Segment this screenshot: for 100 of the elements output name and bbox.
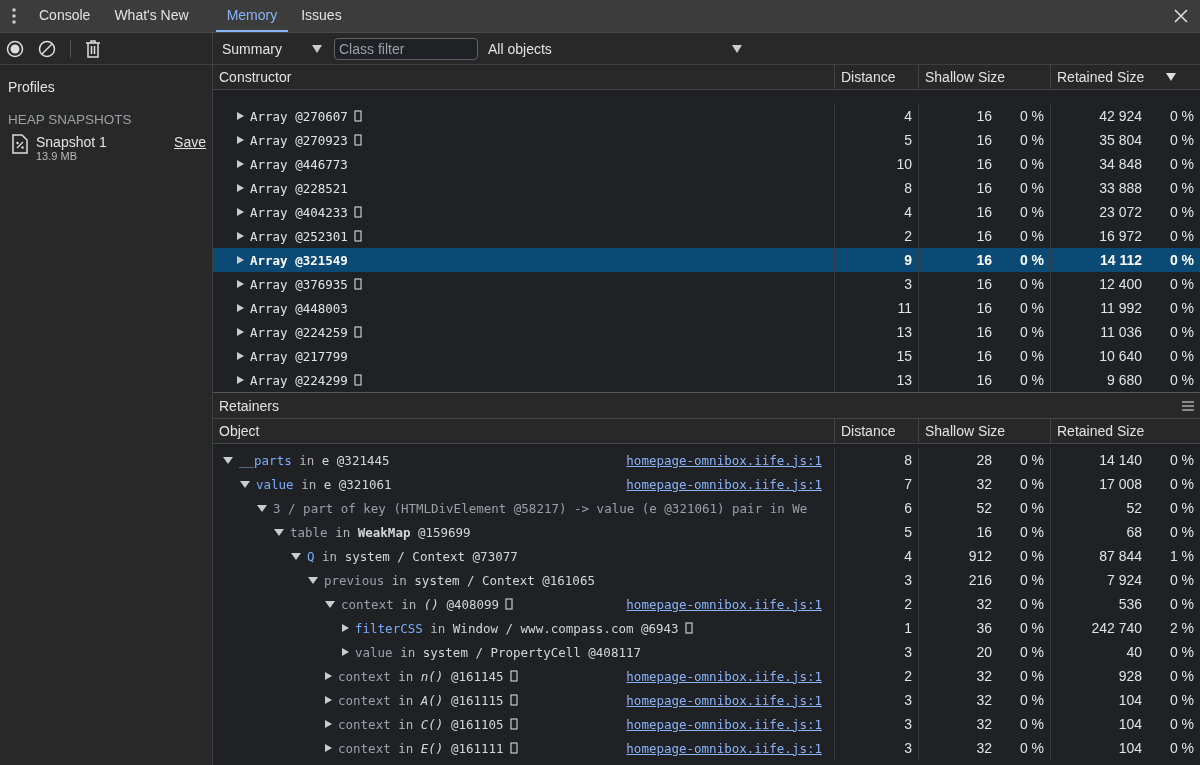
shallow-size-percent: 0 %	[1018, 476, 1044, 492]
triangle-icon[interactable]	[223, 456, 233, 464]
shallow-size-percent: 0 %	[1018, 372, 1044, 388]
retained-size-value: 16 972	[1099, 228, 1142, 244]
table-row[interactable]: Array @404233 4 16 0 % 23 072 0 %	[213, 200, 1200, 224]
panel-tab[interactable]: Console	[28, 0, 102, 32]
record-icon[interactable]	[6, 39, 24, 58]
triangle-icon[interactable]	[342, 648, 349, 656]
triangle-icon[interactable]	[237, 112, 244, 120]
table-row[interactable]: Array @321549 9 16 0 % 14 112 0 %	[213, 248, 1200, 272]
constructor-name: Array @404233	[250, 204, 348, 220]
panel-tab[interactable]: What's New	[103, 0, 200, 32]
shallow-size-value: 32	[976, 740, 992, 756]
column-header[interactable]: Shallow Size	[919, 65, 1051, 89]
shallow-size-value: 16	[976, 524, 992, 540]
file-icon	[12, 134, 28, 154]
table-row[interactable]: Array @224299 13 16 0 % 9 680 0 %	[213, 368, 1200, 392]
triangle-icon[interactable]	[274, 528, 284, 536]
table-row[interactable]: Array @217799 15 16 0 % 10 640 0 %	[213, 344, 1200, 368]
triangle-icon[interactable]	[237, 328, 244, 336]
retained-size-percent: 0 %	[1168, 372, 1194, 388]
shallow-size-value: 16	[976, 108, 992, 124]
distance-value: 4	[904, 108, 912, 124]
source-link[interactable]: homepage-omnibox.iife.js:1	[626, 668, 822, 684]
shallow-size-percent: 0 %	[1018, 180, 1044, 196]
triangle-icon[interactable]	[342, 624, 349, 632]
table-row[interactable]: Array @228521 8 16 0 % 33 888 0 %	[213, 176, 1200, 200]
shallow-size-percent: 0 %	[1018, 620, 1044, 636]
column-header[interactable]: Constructor	[213, 65, 835, 89]
shallow-size-value: 16	[976, 252, 992, 268]
triangle-icon[interactable]	[257, 504, 267, 512]
column-header[interactable]: Distance	[835, 65, 919, 89]
source-link[interactable]: homepage-omnibox.iife.js:1	[626, 452, 822, 468]
source-link[interactable]: homepage-omnibox.iife.js:1	[626, 692, 822, 708]
table-row[interactable]: Array @270923 5 16 0 % 35 804 0 %	[213, 128, 1200, 152]
shallow-size-percent: 0 %	[1018, 348, 1044, 364]
snapshot-size: 13.9 MB	[36, 150, 78, 162]
menu-icon[interactable]	[1182, 400, 1194, 411]
distance-value: 3	[904, 740, 912, 756]
column-header[interactable]: Distance	[835, 419, 919, 443]
triangle-icon[interactable]	[325, 720, 332, 728]
retained-size-value: 34 848	[1099, 156, 1142, 172]
close-icon[interactable]	[1174, 9, 1188, 23]
distance-value: 7	[904, 476, 912, 492]
panel-tab[interactable]: Issues	[290, 0, 353, 32]
save-link[interactable]: Save	[174, 134, 206, 150]
triangle-icon[interactable]	[325, 672, 332, 680]
section-heading: HEAP SNAPSHOTS	[8, 112, 133, 127]
retainer-label: 3 / part of key (HTMLDivElement @58217) -> value (e @321061) pair in We	[273, 500, 808, 516]
shallow-size-value: 16	[976, 228, 992, 244]
retained-size-percent: 0 %	[1168, 228, 1194, 244]
table-row[interactable]: Array @446773 10 16 0 % 34 848 0 %	[213, 152, 1200, 176]
triangle-icon[interactable]	[240, 480, 250, 488]
retainer-label: Q in system / Context @73077	[307, 548, 518, 564]
triangle-icon[interactable]	[325, 600, 335, 608]
shallow-size-value: 16	[976, 372, 992, 388]
snapshot-name[interactable]: Snapshot 1	[36, 134, 167, 150]
column-header[interactable]: Retained Size	[1051, 65, 1200, 89]
retained-size-value: 87 844	[1099, 548, 1142, 564]
triangle-icon[interactable]	[237, 184, 244, 192]
triangle-icon[interactable]	[308, 576, 318, 584]
triangle-icon[interactable]	[237, 208, 244, 216]
table-row[interactable]: Array @448003 11 16 0 % 11 992 0 %	[213, 296, 1200, 320]
triangle-icon[interactable]	[237, 376, 244, 384]
triangle-icon[interactable]	[237, 304, 244, 312]
column-header[interactable]: Object	[213, 419, 835, 443]
table-row[interactable]: Array @224259 13 16 0 % 11 036 0 %	[213, 320, 1200, 344]
retained-size-value: 17 008	[1099, 476, 1142, 492]
triangle-icon[interactable]	[325, 696, 332, 704]
triangle-icon[interactable]	[325, 744, 332, 752]
view-dropdown[interactable]: Summary	[222, 40, 322, 57]
more-menu-icon[interactable]	[12, 8, 16, 24]
shallow-size-percent: 0 %	[1018, 668, 1044, 684]
triangle-icon[interactable]	[291, 552, 301, 560]
retained-size-percent: 0 %	[1168, 348, 1194, 364]
shallow-size-percent: 0 %	[1018, 740, 1044, 756]
triangle-icon[interactable]	[237, 160, 244, 168]
source-link[interactable]: homepage-omnibox.iife.js:1	[626, 476, 822, 492]
table-row[interactable]: Array @376935 3 16 0 % 12 400 0 %	[213, 272, 1200, 296]
column-header[interactable]: Retained Size	[1051, 419, 1200, 443]
clear-icon[interactable]	[38, 39, 56, 58]
table-row[interactable]: Array @270607 4 16 0 % 42 924 0 %	[213, 104, 1200, 128]
retained-size-percent: 0 %	[1168, 252, 1194, 268]
triangle-icon[interactable]	[237, 352, 244, 360]
source-link[interactable]: homepage-omnibox.iife.js:1	[626, 716, 822, 732]
retained-size-percent: 0 %	[1168, 276, 1194, 292]
trash-icon[interactable]	[85, 39, 101, 58]
scope-dropdown[interactable]: All objects	[488, 40, 742, 57]
sidebar-title: Profiles	[8, 79, 56, 95]
retainer-label: value in system / PropertyCell @408117	[355, 644, 641, 660]
distance-value: 6	[904, 500, 912, 516]
column-header[interactable]: Shallow Size	[919, 419, 1051, 443]
source-link[interactable]: homepage-omnibox.iife.js:1	[626, 596, 822, 612]
triangle-icon[interactable]	[237, 136, 244, 144]
retained-size-value: 33 888	[1099, 180, 1142, 196]
source-link[interactable]: homepage-omnibox.iife.js:1	[626, 740, 822, 756]
triangle-icon[interactable]	[237, 232, 244, 240]
triangle-icon[interactable]	[237, 280, 244, 288]
triangle-icon[interactable]	[237, 256, 244, 264]
class-filter-field[interactable]: Class filter	[334, 37, 478, 60]
